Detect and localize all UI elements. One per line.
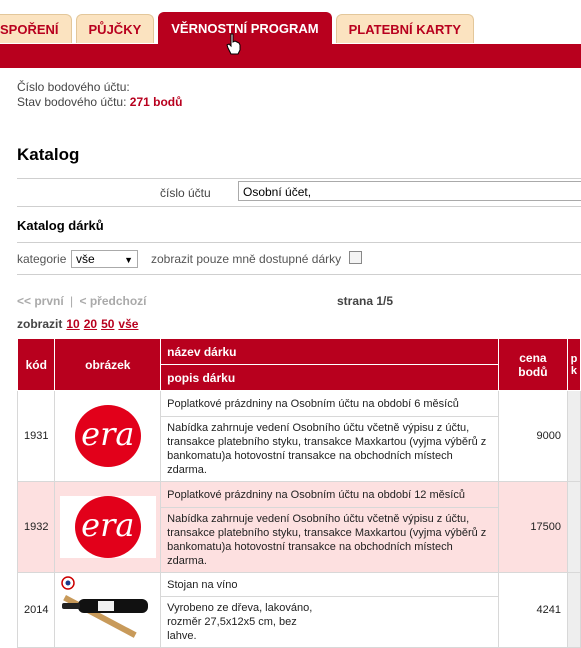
account-number-label: Číslo bodového účtu: [17, 80, 130, 94]
era-logo: era [59, 496, 156, 558]
nav-red-bar [0, 44, 581, 68]
header-name: název dárku [160, 338, 499, 365]
table-row: 1931 era Poplatkové prázdniny na Osobním… [16, 390, 581, 482]
page-size-10[interactable]: 10 [66, 317, 79, 331]
page-size-all[interactable]: vše [118, 317, 138, 331]
tab-loans[interactable]: PŮJČKY [75, 14, 155, 43]
category-select-value: vše [76, 252, 95, 266]
header-image: obrázek [54, 338, 162, 391]
account-balance-label: Stav bodového účtu: [17, 95, 127, 109]
divider [17, 178, 581, 179]
only-available-label: zobrazit pouze mně dostupné dárky [151, 252, 342, 266]
gift-image [54, 572, 162, 648]
header-code: kód [16, 338, 56, 391]
gift-price: 17500 [497, 481, 568, 573]
gift-price: 4241 [497, 572, 568, 648]
pager-previous: < předchozí [79, 294, 147, 308]
only-available-checkbox[interactable] [349, 251, 362, 264]
tab-payment-cards[interactable]: PLATEBNÍ KARTY [335, 14, 475, 43]
gift-code: 1931 [16, 390, 56, 482]
page-info: strana 1/5 [337, 294, 394, 308]
chevron-down-icon: ▼ [124, 255, 133, 265]
points-account-info: Číslo bodového účtu: Stav bodového účtu:… [17, 80, 182, 110]
category-label: kategorie [17, 252, 67, 266]
tab-loyalty-program[interactable]: VĚRNOSTNÍ PROGRAM [158, 12, 332, 45]
tab-savings[interactable]: SPOŘENÍ [0, 14, 72, 43]
gift-image: era [54, 390, 162, 482]
divider [17, 242, 581, 243]
table-row: 2014 Stojan na víno 4241 [16, 572, 581, 648]
wine-stand-image [61, 576, 148, 638]
pager: << první | < předchozí [17, 294, 147, 308]
gift-description: Nabídka zahrnuje vedení Osobního účtu vč… [160, 416, 499, 482]
table-row: 1932 era Poplatkové prázdniny na Osobním… [16, 481, 581, 573]
page-size-label: zobrazit [17, 317, 63, 331]
account-select[interactable]: Osobní účet, [238, 181, 581, 201]
gift-image: era [54, 481, 162, 573]
divider [17, 206, 581, 207]
era-logo: era [59, 405, 156, 467]
top-navigation: SPOŘENÍ PŮJČKY VĚRNOSTNÍ PROGRAM PLATEBN… [0, 0, 581, 68]
header-description: popis dárku [160, 364, 499, 391]
gift-price: 9000 [497, 390, 568, 482]
account-balance-line: Stav bodového účtu: 271 bodů [17, 95, 182, 110]
page-size-20[interactable]: 20 [84, 317, 97, 331]
pager-first: << první [17, 294, 64, 308]
row-action[interactable] [566, 390, 581, 482]
category-select[interactable]: vše ▼ [71, 250, 138, 268]
pager-separator: | [70, 294, 74, 308]
page-size-50[interactable]: 50 [101, 317, 114, 331]
gift-name: Poplatkové prázdniny na Osobním účtu na … [160, 481, 499, 508]
account-balance-value: 271 bodů [129, 95, 183, 109]
row-action[interactable] [566, 481, 581, 573]
gift-description: Nabídka zahrnuje vedení Osobního účtu vč… [160, 507, 499, 573]
gift-name: Poplatkové prázdniny na Osobním účtu na … [160, 390, 499, 417]
row-action[interactable] [566, 572, 581, 648]
gift-catalog-title: Katalog dárků [17, 218, 104, 233]
gift-description: Vyrobeno ze dřeva, lakováno, rozměr 27,5… [160, 596, 499, 648]
hand-cursor-icon [226, 33, 241, 55]
gift-name: Stojan na víno [160, 572, 499, 597]
account-select-label: číslo účtu [160, 186, 211, 200]
gift-table: kód obrázek název dárku cena bodů p k po… [16, 338, 581, 648]
catalog-title: Katalog [17, 145, 80, 164]
gift-code: 2014 [16, 572, 56, 648]
header-price: cena bodů [497, 338, 568, 391]
page-size-selector: zobrazit 10 20 50 vše [17, 317, 138, 331]
gift-code: 1932 [16, 481, 56, 573]
header-extra: p k [566, 338, 581, 391]
divider [17, 274, 581, 275]
